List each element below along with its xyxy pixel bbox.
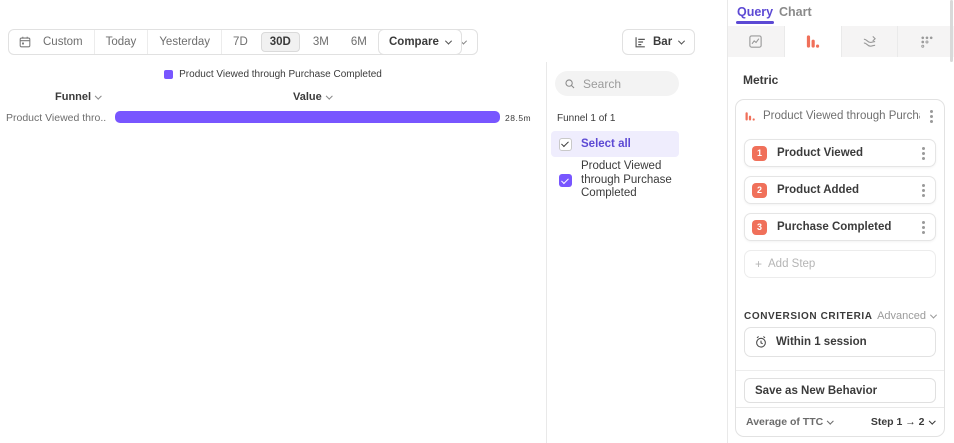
search-input[interactable] [583, 77, 663, 91]
advanced-label: Advanced [877, 310, 926, 322]
funnel-analytics-app: Custom Today Yesterday 7D 30D 3M 6M 12M … [0, 0, 954, 443]
conversion-criteria-title: CONVERSION CRITERIA [744, 311, 873, 322]
funnel-column-header[interactable]: Funnel [55, 91, 101, 103]
conversion-window-label: Within 1 session [776, 336, 867, 348]
select-all-checkbox[interactable] [559, 138, 572, 151]
save-as-new-behavior-button[interactable]: Save as New Behavior [744, 378, 936, 403]
funnel-group-label: Funnel 1 of 1 [557, 113, 615, 124]
funnel-step-3[interactable]: 3 Purchase Completed [744, 213, 936, 241]
kebab-menu-icon[interactable] [919, 181, 928, 200]
funnel-step-1[interactable]: 1 Product Viewed [744, 139, 936, 167]
step-number-badge: 3 [752, 220, 767, 235]
value-header-label: Value [293, 91, 322, 103]
range-7d[interactable]: 7D [222, 30, 259, 54]
chevron-down-icon [929, 417, 935, 423]
funnel-step-2[interactable]: 2 Product Added [744, 176, 936, 204]
metric-heading: Metric [743, 73, 778, 87]
query-builder-card: Product Viewed through Purchas... 1 Prod… [735, 99, 945, 437]
active-tab-underline [736, 21, 774, 24]
range-3m[interactable]: 3M [302, 30, 340, 54]
step-label: Product Added [777, 184, 909, 196]
average-of-ttc-label: Average of TTC [746, 416, 823, 428]
step-range-label: Step 1 → 2 [871, 416, 925, 428]
step-label: Purchase Completed [777, 221, 909, 233]
funnel-list-item[interactable]: Product Viewed through Purchase Complete… [551, 160, 681, 201]
chevron-down-icon [95, 92, 101, 98]
kebab-menu-icon[interactable] [927, 107, 936, 126]
step-label: Product Viewed [777, 147, 909, 159]
range-30d-active[interactable]: 30D [261, 32, 300, 52]
step-number-badge: 2 [752, 183, 767, 198]
item-checkbox[interactable] [559, 174, 572, 187]
legend-label: Product Viewed through Purchase Complete… [179, 69, 382, 80]
report-type-tabs [728, 26, 954, 57]
chart-legend: Product Viewed through Purchase Complete… [0, 69, 546, 80]
average-of-ttc-dropdown[interactable]: Average of TTC [746, 416, 833, 428]
chart-type-label: Bar [653, 36, 672, 48]
select-all-row[interactable]: Select all [551, 131, 679, 157]
funnel-header-label: Funnel [55, 91, 91, 103]
range-yesterday[interactable]: Yesterday [148, 30, 222, 54]
funnels-icon [805, 34, 820, 49]
kebab-menu-icon[interactable] [919, 218, 928, 237]
funnel-metric-icon [744, 110, 756, 122]
insights-icon [748, 34, 763, 49]
divider [736, 370, 944, 371]
range-today[interactable]: Today [95, 30, 149, 54]
value-column-header[interactable]: Value [293, 91, 331, 103]
tab-flows[interactable] [842, 26, 899, 57]
flows-icon [862, 34, 877, 49]
chevron-down-icon [930, 311, 937, 318]
chevron-down-icon [326, 92, 332, 98]
compare-button[interactable]: Compare [378, 29, 462, 55]
chevron-down-icon [445, 37, 452, 44]
legend-swatch [164, 70, 173, 79]
tab-funnels[interactable] [785, 26, 842, 57]
scrollbar-thumb[interactable] [950, 0, 953, 62]
select-all-label: Select all [581, 138, 631, 150]
tab-insights[interactable] [728, 26, 785, 57]
conversion-window-button[interactable]: Within 1 session [744, 327, 936, 357]
chart-type-select[interactable]: Bar [622, 29, 695, 55]
check-icon [561, 176, 568, 183]
metric-title-row[interactable]: Product Viewed through Purchas... [744, 102, 936, 130]
compare-label: Compare [389, 36, 439, 48]
range-custom[interactable]: Custom [32, 30, 95, 54]
step-number-badge: 1 [752, 146, 767, 161]
add-step-button[interactable]: Add Step [744, 250, 936, 278]
calendar-icon [9, 35, 32, 49]
query-footer: Average of TTC Step 1 → 2 [736, 407, 944, 436]
step-range-dropdown[interactable]: Step 1 → 2 [871, 416, 934, 428]
panel-divider [727, 0, 728, 443]
conversion-criteria-header: CONVERSION CRITERIA Advanced [744, 310, 936, 322]
plus-icon [755, 257, 768, 271]
search-icon [564, 78, 576, 90]
tab-chart[interactable]: Chart [779, 5, 812, 19]
panel-divider [546, 62, 547, 443]
bar-chart-icon [633, 35, 647, 49]
tab-retention[interactable] [898, 26, 954, 57]
range-6m[interactable]: 6M [340, 30, 378, 54]
kebab-menu-icon[interactable] [919, 144, 928, 163]
retention-icon [919, 34, 934, 49]
chevron-down-icon [827, 417, 833, 423]
alarm-clock-icon [754, 335, 768, 349]
chevron-down-icon [678, 37, 685, 44]
funnel-row-label: Product Viewed thro... [6, 112, 106, 124]
funnel-bar-value: 28.5m [505, 113, 531, 123]
tab-query[interactable]: Query [737, 5, 773, 19]
funnel-bar[interactable] [115, 111, 500, 123]
metric-title: Product Viewed through Purchas... [763, 110, 920, 122]
item-label: Product Viewed through Purchase Complete… [581, 160, 673, 201]
check-icon [561, 140, 568, 147]
advanced-dropdown[interactable]: Advanced [877, 310, 936, 322]
search-box[interactable] [555, 71, 679, 96]
add-step-label: Add Step [768, 258, 815, 270]
